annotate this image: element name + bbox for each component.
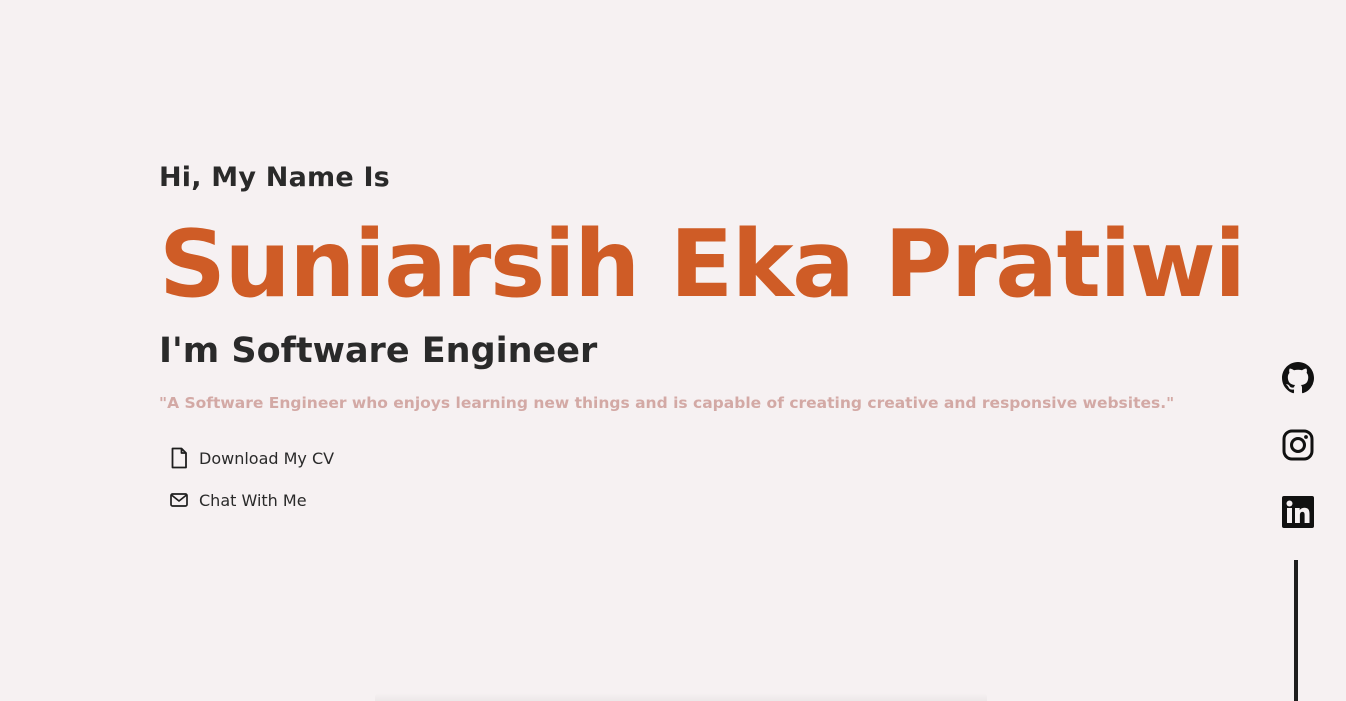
owner-name: Suniarsih Eka Pratiwi xyxy=(159,210,1246,318)
github-icon xyxy=(1282,362,1314,394)
social-links xyxy=(1282,362,1314,528)
next-section-edge xyxy=(375,693,987,701)
chat-with-me-label: Chat With Me xyxy=(199,490,307,510)
hero-actions: Download My CV Chat With Me xyxy=(167,442,334,526)
linkedin-icon xyxy=(1282,496,1314,528)
chat-with-me-button[interactable]: Chat With Me xyxy=(167,484,334,516)
greeting-text: Hi, My Name Is xyxy=(159,162,390,193)
download-cv-label: Download My CV xyxy=(199,448,335,468)
file-icon xyxy=(167,446,191,470)
hero-section: Hi, My Name Is Suniarsih Eka Pratiwi I'm… xyxy=(159,158,1246,510)
github-link[interactable] xyxy=(1282,362,1314,394)
tagline-quote: "A Software Engineer who enjoys learning… xyxy=(159,394,1175,412)
download-cv-button[interactable]: Download My CV xyxy=(167,442,334,474)
instagram-icon xyxy=(1282,429,1314,461)
mail-icon xyxy=(167,488,191,512)
instagram-link[interactable] xyxy=(1282,429,1314,461)
role-title: I'm Software Engineer xyxy=(159,331,598,371)
portfolio-page: Hi, My Name Is Suniarsih Eka Pratiwi I'm… xyxy=(0,0,1346,701)
social-divider-line xyxy=(1294,560,1298,701)
linkedin-link[interactable] xyxy=(1282,496,1314,528)
